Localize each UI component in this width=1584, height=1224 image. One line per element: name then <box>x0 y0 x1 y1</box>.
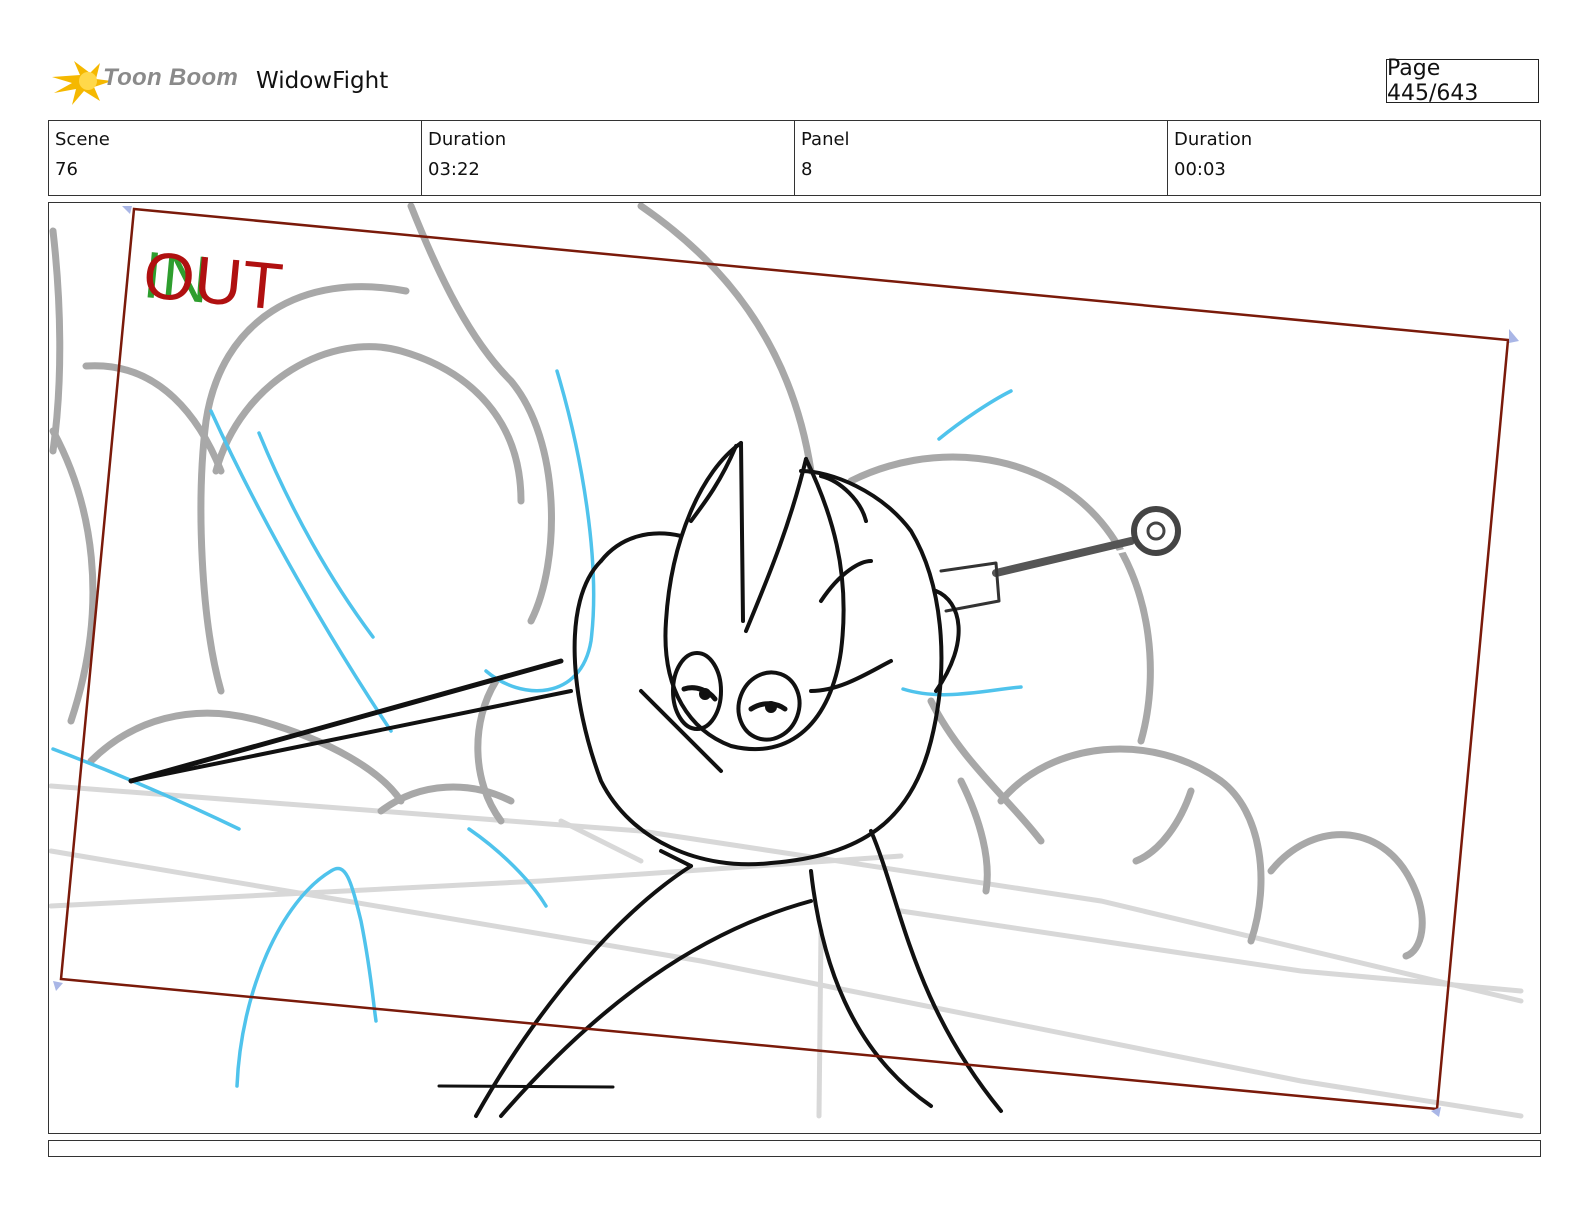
panel-cell: Panel 8 <box>795 121 1168 195</box>
scene-duration-label: Duration <box>428 129 507 150</box>
scene-duration-value: 03:22 <box>428 159 480 180</box>
panel-duration-value: 00:03 <box>1174 159 1226 180</box>
scene-label: Scene <box>55 129 110 150</box>
panel-duration-cell: Duration 00:03 <box>1168 121 1540 195</box>
panel-duration-label: Duration <box>1174 129 1253 150</box>
camera-frame <box>59 207 1510 1111</box>
storyboard-panel: IN OUT <box>48 202 1541 1134</box>
in-out-markers: IN OUT <box>140 237 286 324</box>
scene-cell: Scene 76 <box>49 121 422 195</box>
scene-value: 76 <box>55 159 78 180</box>
ground-lines <box>49 783 1524 1119</box>
scene-duration-cell: Duration 03:22 <box>422 121 795 195</box>
panel-info-row: Scene 76 Duration 03:22 Panel 8 Duration… <box>48 120 1541 196</box>
panel-label: Panel <box>801 129 850 150</box>
page-indicator: Page 445/643 <box>1386 56 1539 106</box>
project-title: WidowFight <box>256 68 389 94</box>
panel-notes-box <box>48 1140 1541 1157</box>
brand-name: Toon Boom <box>103 64 239 91</box>
panel-value: 8 <box>801 159 813 180</box>
out-marker: OUT <box>140 237 286 324</box>
panel-drawing: IN OUT <box>49 203 1524 1119</box>
